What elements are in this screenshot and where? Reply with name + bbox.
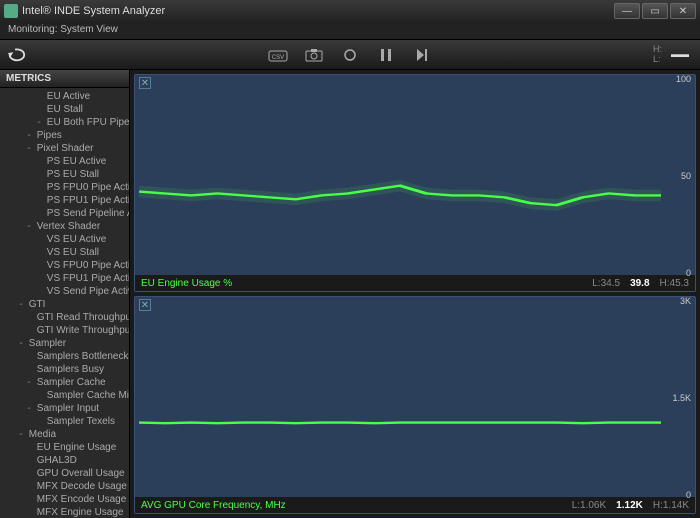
- stat-current: 1.12K: [616, 500, 643, 511]
- tree-item[interactable]: EU Engine Usage: [0, 441, 129, 454]
- tree-item[interactable]: - Pipes: [0, 129, 129, 142]
- tree-item[interactable]: GHAL3D: [0, 454, 129, 467]
- y-tick: 0: [686, 268, 691, 278]
- tree-item[interactable]: - Sampler Input: [0, 402, 129, 415]
- tree-item[interactable]: VS EU Stall: [0, 246, 129, 259]
- y-tick: 50: [681, 171, 691, 181]
- tree-item[interactable]: GTI Read Throughput: [0, 311, 129, 324]
- minimize-button[interactable]: —: [614, 3, 640, 19]
- window-title: Intel® INDE System Analyzer: [22, 5, 165, 17]
- record-button[interactable]: [340, 45, 360, 65]
- tree-item[interactable]: PS FPU1 Pipe Active: [0, 194, 129, 207]
- window-titlebar: Intel® INDE System Analyzer — ▭ ✕: [0, 0, 700, 22]
- tree-item[interactable]: - Sampler Cache: [0, 376, 129, 389]
- screenshot-button[interactable]: [304, 45, 324, 65]
- tree-item[interactable]: EU Active: [0, 90, 129, 103]
- collapse-icon[interactable]: ▬▬: [670, 45, 690, 65]
- tree-item[interactable]: MFX Engine Usage: [0, 506, 129, 518]
- tree-item[interactable]: MFX Encode Usage: [0, 493, 129, 506]
- tree-item[interactable]: - Media: [0, 428, 129, 441]
- chart-metric-name: AVG GPU Core Frequency, MHz: [141, 500, 562, 511]
- app-icon: [4, 4, 18, 18]
- tree-item[interactable]: MFX Decode Usage: [0, 480, 129, 493]
- stat-current: 39.8: [630, 278, 649, 289]
- chart-panel: 0 1.5K 3K ✕ AVG GPU Core Frequency, MHz L:1.0…: [134, 296, 696, 514]
- tree-item[interactable]: - Pixel Shader: [0, 142, 129, 155]
- pause-button[interactable]: [376, 45, 396, 65]
- metrics-sidebar: METRICS EU Active EU Stall- EU Both FPU …: [0, 70, 130, 518]
- tree-item[interactable]: Sampler Texels: [0, 415, 129, 428]
- tree-item[interactable]: GTI Write Throughput: [0, 324, 129, 337]
- stat-high: H:45.3: [660, 278, 689, 289]
- tree-item[interactable]: PS FPU0 Pipe Active: [0, 181, 129, 194]
- csv-export-button[interactable]: CSV: [268, 45, 288, 65]
- sidebar-header: METRICS: [0, 70, 129, 88]
- y-tick: 100: [676, 74, 691, 84]
- tree-item[interactable]: Sampler Cache Miss: [0, 389, 129, 402]
- back-button[interactable]: [6, 45, 26, 65]
- chart-metric-name: EU Engine Usage %: [141, 278, 582, 289]
- stat-low: L:1.06K: [572, 500, 606, 511]
- charts-area: 0 50 100 ✕ EU Engine Usage % L:34.5 39.8 H:45.3…: [130, 70, 700, 518]
- maximize-button[interactable]: ▭: [642, 3, 668, 19]
- chart-panel: 0 50 100 ✕ EU Engine Usage % L:34.5 39.8 H:45.3: [134, 74, 696, 292]
- step-button[interactable]: [412, 45, 432, 65]
- tree-item[interactable]: - Vertex Shader: [0, 220, 129, 233]
- metrics-tree[interactable]: EU Active EU Stall- EU Both FPU Pipes A-…: [0, 88, 129, 518]
- low-readout-label: L:: [653, 55, 662, 65]
- tree-item[interactable]: PS EU Stall: [0, 168, 129, 181]
- tree-item[interactable]: VS FPU1 Pipe Active: [0, 272, 129, 285]
- stat-high: H:1.14K: [653, 500, 689, 511]
- toolbar: CSV H: L: ▬▬: [0, 40, 700, 70]
- tree-item[interactable]: VS Send Pipe Active: [0, 285, 129, 298]
- y-tick: 1.5K: [672, 393, 691, 403]
- tree-item[interactable]: PS EU Active: [0, 155, 129, 168]
- tree-item[interactable]: - GTI: [0, 298, 129, 311]
- tree-item[interactable]: - Sampler: [0, 337, 129, 350]
- tree-item[interactable]: - EU Both FPU Pipes A: [0, 116, 129, 129]
- breadcrumb: Monitoring: System View: [0, 22, 700, 40]
- chart-close-button[interactable]: ✕: [139, 299, 151, 311]
- tree-item[interactable]: VS FPU0 Pipe Active: [0, 259, 129, 272]
- y-tick: 3K: [680, 296, 691, 306]
- chart-footer: AVG GPU Core Frequency, MHz L:1.06K 1.12K H…: [135, 497, 695, 513]
- stat-low: L:34.5: [592, 278, 620, 289]
- chart-close-button[interactable]: ✕: [139, 77, 151, 89]
- tree-item[interactable]: Samplers Busy: [0, 363, 129, 376]
- tree-item[interactable]: EU Stall: [0, 103, 129, 116]
- tree-item[interactable]: Samplers Bottleneck: [0, 350, 129, 363]
- y-tick: 0: [686, 490, 691, 500]
- tree-item[interactable]: VS EU Active: [0, 233, 129, 246]
- chart-footer: EU Engine Usage % L:34.5 39.8 H:45.3: [135, 275, 695, 291]
- tree-item[interactable]: GPU Overall Usage: [0, 467, 129, 480]
- tree-item[interactable]: PS Send Pipeline Act: [0, 207, 129, 220]
- svg-text:CSV: CSV: [272, 55, 284, 61]
- close-button[interactable]: ✕: [670, 3, 696, 19]
